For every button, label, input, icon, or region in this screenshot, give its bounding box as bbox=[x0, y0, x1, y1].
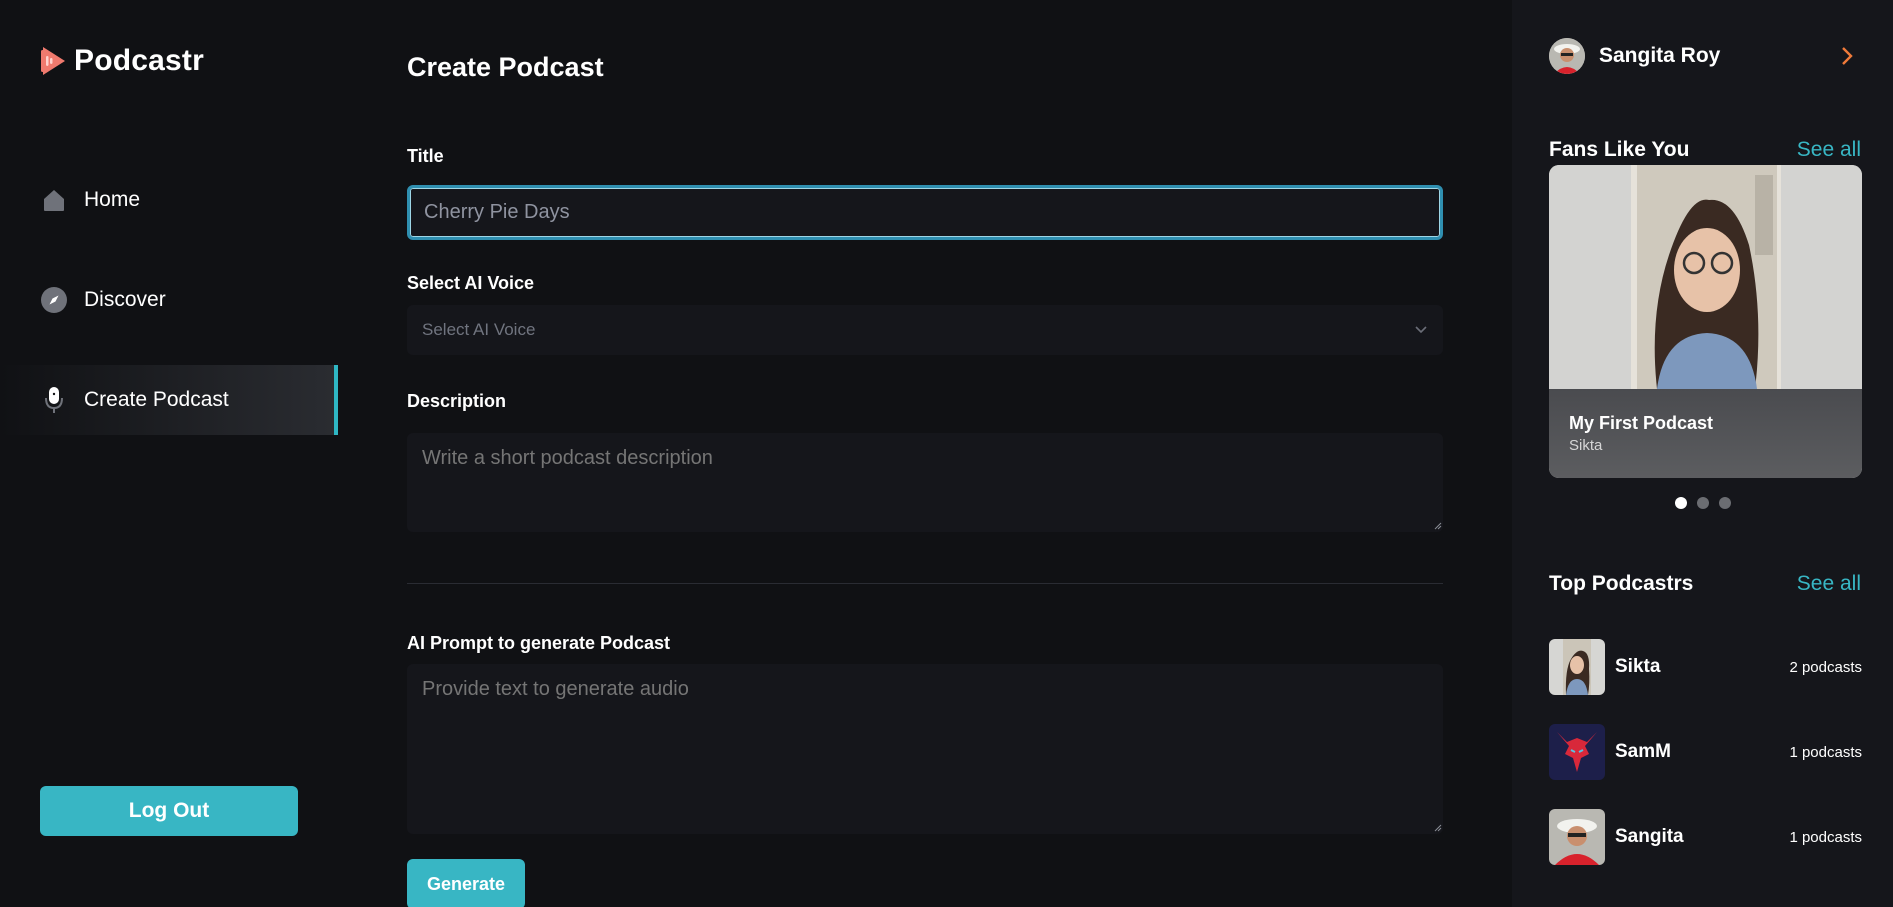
list-item[interactable]: SamM 1 podcasts bbox=[1549, 724, 1862, 780]
logout-button[interactable]: Log Out bbox=[40, 786, 298, 836]
podcast-count: 2 podcasts bbox=[1789, 658, 1862, 676]
podcast-card-author: Sikta bbox=[1569, 437, 1603, 454]
avatar bbox=[1549, 809, 1605, 865]
podcaster-name: SamM bbox=[1615, 741, 1671, 762]
create-podcast-form: Create Podcast Title Select AI Voice Sel… bbox=[340, 0, 1512, 907]
chevron-right-icon[interactable] bbox=[1840, 46, 1854, 66]
top-podcastrs-title: Top Podcastrs bbox=[1549, 572, 1694, 595]
carousel-dot[interactable] bbox=[1697, 497, 1709, 509]
nav-item-create-podcast[interactable]: Create Podcast bbox=[0, 365, 338, 435]
nav-label-home: Home bbox=[84, 188, 141, 211]
podcaster-name: Sikta bbox=[1615, 656, 1661, 677]
podcastr-logo-icon bbox=[41, 47, 65, 75]
nav-item-home[interactable]: Home bbox=[0, 165, 338, 235]
home-icon bbox=[40, 186, 68, 214]
podcast-count: 1 podcasts bbox=[1789, 828, 1862, 846]
section-divider bbox=[407, 583, 1443, 584]
right-sidebar: Sangita Roy Fans Like You See all My Fir… bbox=[1512, 0, 1893, 907]
carousel-dot[interactable] bbox=[1719, 497, 1731, 509]
resize-grip-icon[interactable] bbox=[1434, 522, 1442, 530]
voice-label: Select AI Voice bbox=[407, 273, 535, 293]
title-label: Title bbox=[407, 146, 444, 166]
left-sidebar: Podcastr Home Discover Create Podcast Lo… bbox=[0, 0, 340, 907]
description-textarea[interactable] bbox=[407, 433, 1443, 532]
podcast-card[interactable]: My First Podcast Sikta bbox=[1549, 165, 1862, 478]
top-see-all-link[interactable]: See all bbox=[1797, 572, 1861, 596]
fans-section-title: Fans Like You bbox=[1549, 138, 1690, 161]
microphone-icon bbox=[40, 386, 68, 414]
podcaster-name: Sangita bbox=[1615, 826, 1684, 847]
resize-grip-icon[interactable] bbox=[1434, 824, 1442, 832]
app-name: Podcastr bbox=[74, 44, 204, 77]
list-item[interactable]: Sangita 1 podcasts bbox=[1549, 809, 1862, 865]
carousel-dots bbox=[1675, 497, 1731, 509]
podcast-card-image bbox=[1549, 165, 1862, 389]
description-label: Description bbox=[407, 391, 507, 411]
carousel-dot[interactable] bbox=[1675, 497, 1687, 509]
generate-button[interactable]: Generate bbox=[407, 859, 525, 907]
user-profile[interactable]: Sangita Roy bbox=[1549, 38, 1720, 74]
avatar bbox=[1549, 724, 1605, 780]
voice-select-placeholder: Select AI Voice bbox=[422, 320, 536, 339]
chevron-down-icon bbox=[1415, 326, 1427, 334]
nav-label-discover: Discover bbox=[84, 288, 166, 311]
user-name: Sangita Roy bbox=[1599, 44, 1721, 67]
podcast-card-title: My First Podcast bbox=[1569, 413, 1714, 433]
compass-icon bbox=[40, 286, 68, 314]
voice-select[interactable]: Select AI Voice bbox=[407, 305, 1443, 355]
page-title: Create Podcast bbox=[407, 52, 604, 82]
avatar bbox=[1549, 639, 1605, 695]
list-item[interactable]: Sikta 2 podcasts bbox=[1549, 639, 1862, 695]
prompt-textarea[interactable] bbox=[407, 664, 1443, 834]
app-logo[interactable]: Podcastr bbox=[40, 44, 204, 78]
podcast-count: 1 podcasts bbox=[1789, 743, 1862, 761]
fans-see-all-link[interactable]: See all bbox=[1797, 138, 1861, 162]
prompt-label: AI Prompt to generate Podcast bbox=[407, 633, 671, 653]
title-input[interactable] bbox=[407, 185, 1443, 240]
nav-label-create-podcast: Create Podcast bbox=[84, 388, 229, 411]
nav-item-discover[interactable]: Discover bbox=[0, 265, 338, 335]
avatar bbox=[1549, 38, 1585, 74]
